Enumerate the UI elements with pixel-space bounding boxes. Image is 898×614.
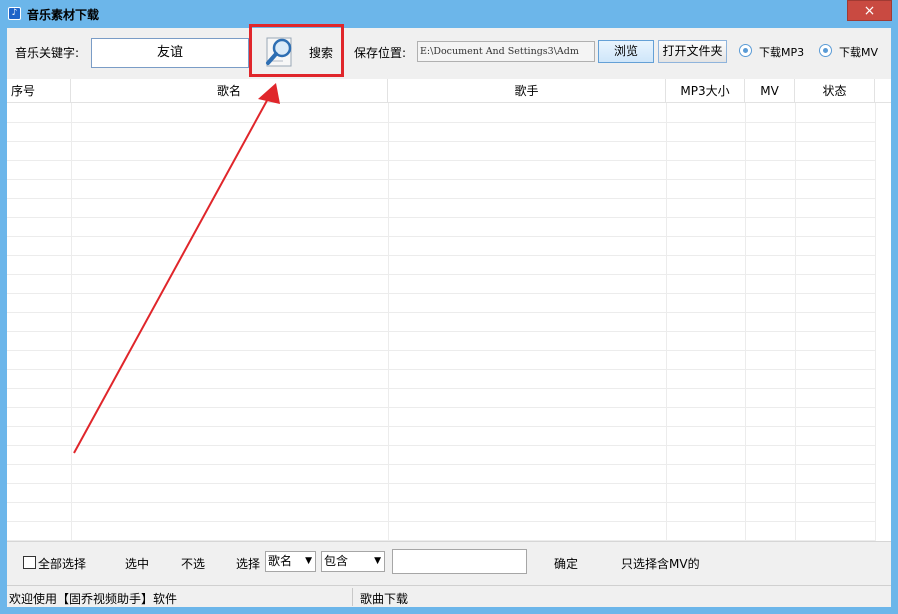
chevron-down-icon: ▼ (374, 556, 381, 566)
table-body (7, 103, 891, 541)
choose-label: 选择 (236, 557, 261, 571)
toolbar: 音乐关键字: 友谊 搜索 保存位置: E:\Document And Setti… (7, 24, 891, 78)
col-header-mv[interactable]: MV (745, 79, 795, 103)
match-select[interactable]: 包含 ▼ (321, 551, 385, 572)
table-column-divider (745, 103, 746, 541)
unselect-button[interactable]: 不选 (181, 555, 205, 572)
download-mv-icon[interactable] (819, 44, 832, 57)
table-column-divider (71, 103, 72, 541)
browse-button[interactable]: 浏览 (598, 40, 654, 63)
chevron-down-icon: ▼ (305, 556, 312, 566)
app-icon: ♪ (8, 7, 21, 20)
match-select-value: 包含 (324, 554, 349, 568)
select-all-label[interactable]: 全部选择 (38, 555, 86, 572)
table-column-divider (388, 103, 389, 541)
confirm-button[interactable]: 确定 (554, 555, 578, 572)
table-column-divider (666, 103, 667, 541)
download-mv-option[interactable]: 下载MV (839, 44, 878, 60)
col-header-singer[interactable]: 歌手 (388, 79, 666, 103)
status-mode: 歌曲下载 (360, 592, 409, 606)
col-header-song[interactable]: 歌名 (71, 79, 388, 103)
col-header-index[interactable]: 序号 (7, 79, 71, 103)
app-window: ♪ 音乐素材下载 × 音乐关键字: 友谊 搜索 保存位置: E:\Documen… (0, 0, 898, 614)
status-bar: 欢迎使用【固乔视频助手】软件 歌曲下载 (7, 585, 891, 607)
table-header: 序号 歌名 歌手 MP3大小 MV 状态 (7, 79, 891, 103)
open-folder-button[interactable]: 打开文件夹 (658, 40, 727, 63)
song-table[interactable]: 序号 歌名 歌手 MP3大小 MV 状态 (7, 79, 891, 541)
mv-only-option[interactable]: 只选择含MV的 (621, 555, 700, 572)
select-button[interactable]: 选中 (125, 555, 149, 572)
select-all-checkbox[interactable] (23, 556, 36, 569)
col-header-status[interactable]: 状态 (795, 79, 875, 103)
download-mp3-icon[interactable] (739, 44, 752, 57)
save-location-label: 保存位置: (354, 46, 407, 60)
save-path-field[interactable]: E:\Document And Settings3\Adm (417, 41, 595, 62)
client-area: 音乐关键字: 友谊 搜索 保存位置: E:\Document And Setti… (7, 24, 891, 607)
status-welcome: 欢迎使用【固乔视频助手】软件 (9, 592, 178, 606)
keyword-input[interactable]: 友谊 (91, 38, 249, 68)
table-column-divider (795, 103, 796, 541)
field-select-value: 歌名 (268, 554, 293, 568)
field-select[interactable]: 歌名 ▼ (265, 551, 316, 572)
title-bar[interactable]: ♪ 音乐素材下载 × (0, 0, 898, 28)
download-mp3-option[interactable]: 下载MP3 (759, 44, 804, 60)
selection-bar: 全部选择 选中 不选 选择 歌名 ▼ 包含 ▼ 确定 只选择含MV的 (7, 541, 891, 585)
keyword-label: 音乐关键字: (15, 46, 80, 60)
filter-input[interactable] (392, 549, 527, 574)
status-divider (352, 588, 353, 606)
close-button[interactable]: × (847, 0, 892, 21)
window-title: 音乐素材下载 (27, 8, 100, 22)
search-highlight-box (249, 24, 344, 77)
col-header-mp3-size[interactable]: MP3大小 (666, 79, 745, 103)
table-column-divider (875, 103, 876, 541)
